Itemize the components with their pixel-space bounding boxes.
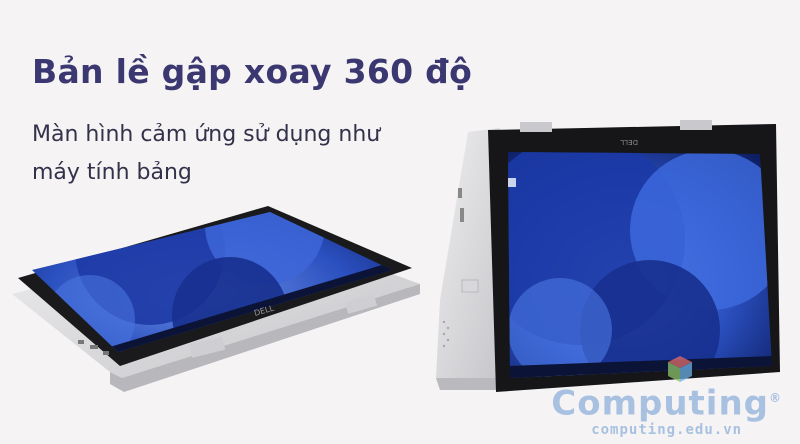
dell-logo-tent: DELL — [620, 138, 638, 146]
watermark-brand: Computing — [551, 383, 769, 423]
laptop-tablet-mode: DELL — [12, 206, 420, 392]
watermark: Computing® computing.edu.vn — [551, 379, 782, 438]
watermark-url: computing.edu.vn — [591, 422, 743, 438]
watermark-registered: ® — [769, 390, 782, 405]
laptop-product-illustration: DELL DELL — [12, 120, 780, 392]
laptop-tent-mode: DELL — [436, 120, 780, 392]
